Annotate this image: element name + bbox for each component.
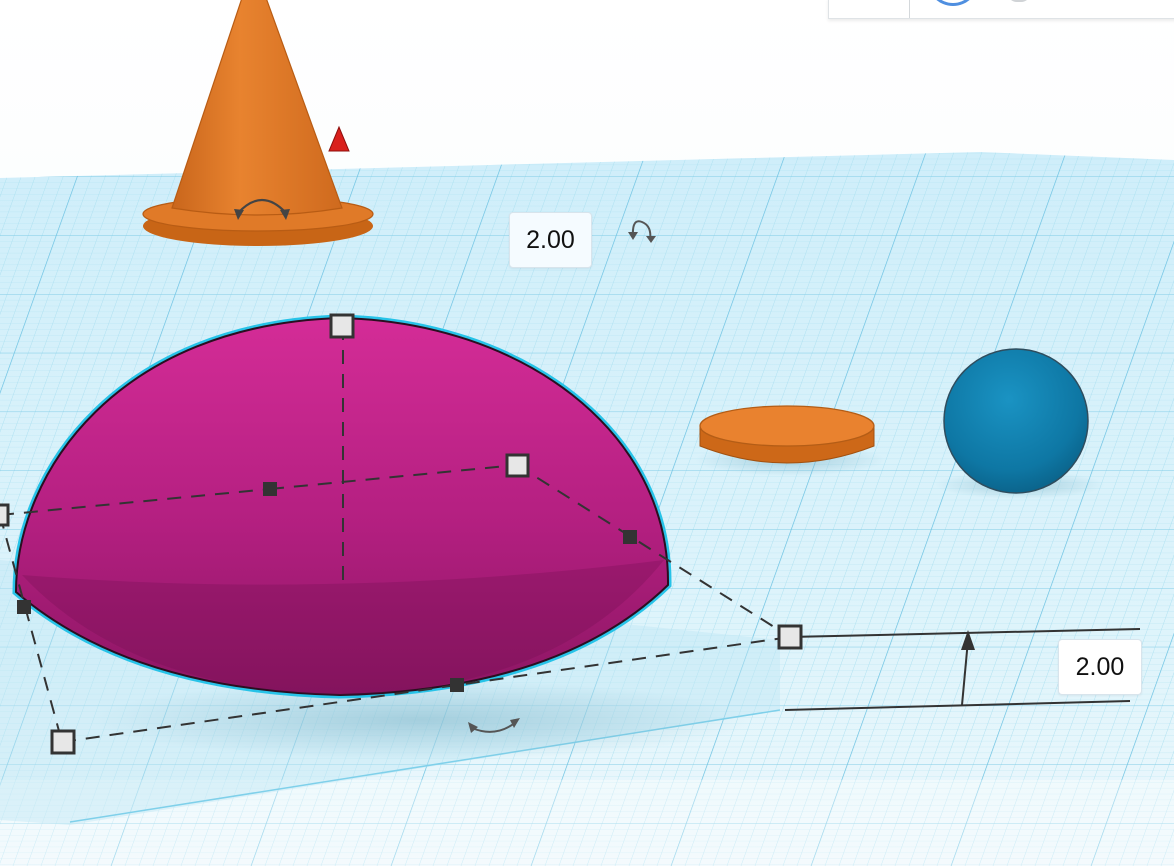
- cone-shape[interactable]: [142, 0, 374, 246]
- toolbar-divider: [909, 0, 910, 18]
- help-icon[interactable]: [1007, 0, 1031, 2]
- cylinder-shape[interactable]: [695, 405, 885, 476]
- user-avatar-icon[interactable]: [927, 0, 979, 6]
- side-handle-left[interactable]: [17, 600, 31, 614]
- cylinder-top: [699, 405, 875, 447]
- top-height-handle[interactable]: [329, 313, 355, 339]
- corner-handle-front-right[interactable]: [777, 624, 803, 650]
- side-handle-right[interactable]: [623, 530, 637, 544]
- height-value[interactable]: 2.00: [1058, 639, 1142, 695]
- top-elevation-value[interactable]: 2.00: [509, 212, 592, 268]
- corner-handle-front-left[interactable]: [50, 729, 76, 755]
- cone-height-handle[interactable]: [328, 125, 350, 152]
- top-toolbar: [828, 0, 1174, 19]
- side-handle-front[interactable]: [450, 678, 464, 692]
- corner-handle-back-left[interactable]: [0, 503, 10, 527]
- 3d-scene[interactable]: [0, 0, 1174, 866]
- sphere-body: [943, 348, 1089, 494]
- editor-viewport[interactable]: 2.00 2.00: [0, 0, 1174, 866]
- cone-body: [171, 0, 343, 216]
- corner-handle-back-right[interactable]: [505, 453, 530, 478]
- side-handle-back[interactable]: [263, 482, 277, 496]
